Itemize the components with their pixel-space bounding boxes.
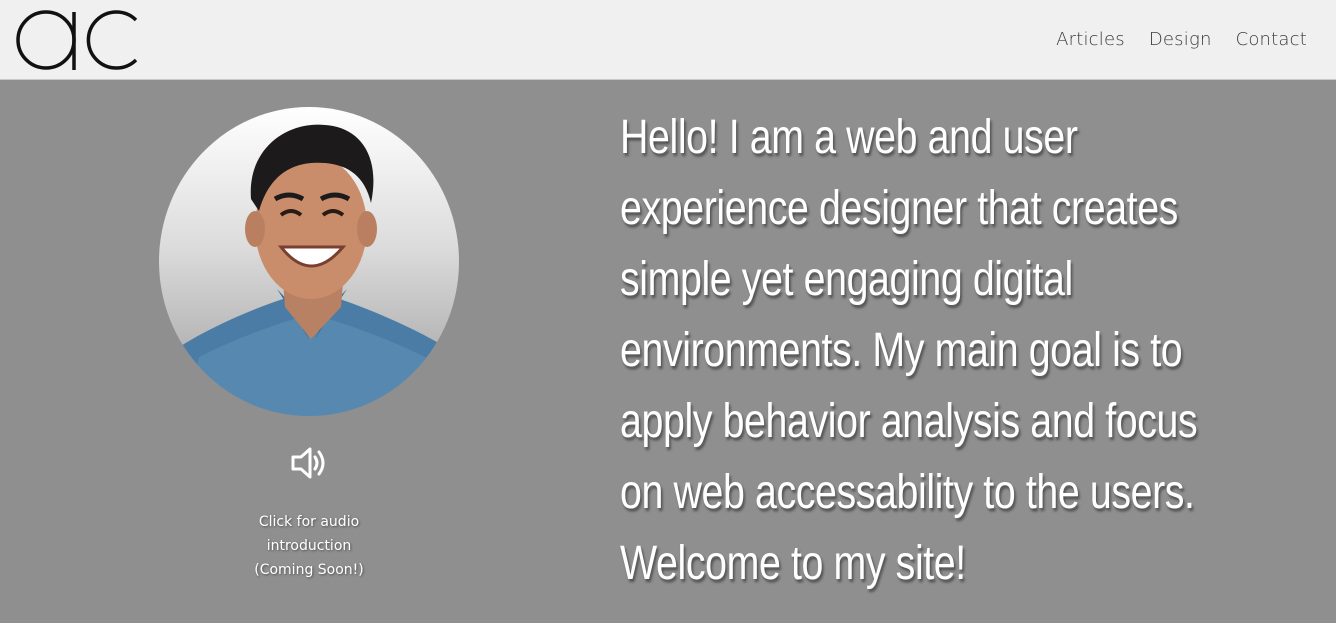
intro-line: experience designer that creates — [620, 182, 1178, 235]
profile-photo — [159, 107, 459, 416]
speaker-icon — [291, 447, 325, 479]
nav-link-articles[interactable]: Articles — [1056, 29, 1125, 50]
hero-section: Click for audio introduction (Coming Soo… — [0, 80, 1336, 623]
intro-line: apply behavior analysis and focus — [620, 395, 1198, 448]
person-portrait-icon — [159, 124, 459, 416]
intro-line: on web accessability to the users. — [620, 466, 1195, 519]
nav-link-contact[interactable]: Contact — [1236, 29, 1307, 50]
logo-icon — [16, 10, 138, 70]
site-header: Articles Design Contact — [0, 0, 1336, 80]
audio-intro-button[interactable] — [288, 443, 330, 483]
intro-line: environments. My main goal is to — [620, 324, 1183, 377]
site-logo[interactable] — [14, 6, 142, 74]
nav-link-design[interactable]: Design — [1149, 29, 1212, 50]
intro-line: Welcome to my site! — [620, 537, 966, 590]
intro-line: simple yet engaging digital — [620, 253, 1073, 306]
audio-intro-caption: Click for audio introduction (Coming Soo… — [254, 514, 364, 578]
intro-paragraph: Hello! I am a web and user experience de… — [620, 102, 1198, 599]
intro-line: Hello! I am a web and user — [620, 111, 1078, 164]
main-nav: Articles Design Contact — [1056, 29, 1307, 50]
